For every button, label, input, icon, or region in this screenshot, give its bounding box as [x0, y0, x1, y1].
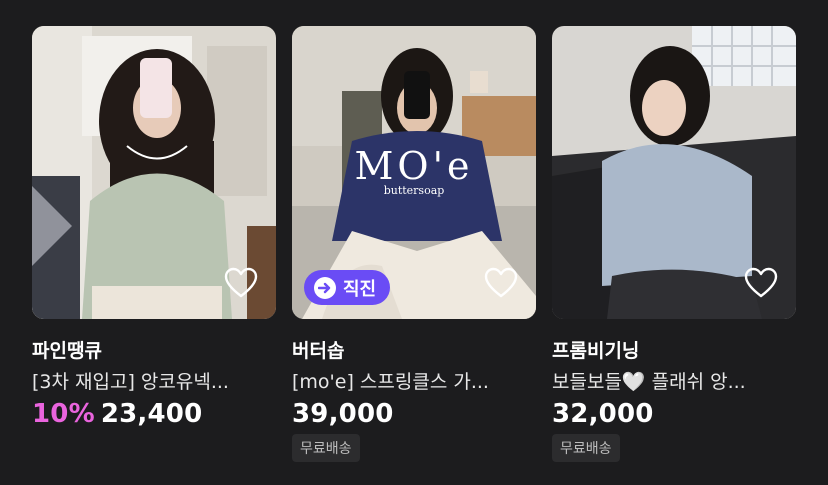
- brand-name[interactable]: 파인땡큐: [32, 338, 276, 364]
- price-row: 39,000: [292, 396, 536, 432]
- brand-name[interactable]: 버터솝: [292, 338, 536, 364]
- product-card[interactable]: MO'e buttersoap 직진 버터솝 [mo'e] 스프링클스 가...…: [292, 26, 536, 462]
- direct-badge[interactable]: 직진: [304, 270, 391, 305]
- product-image[interactable]: MO'e buttersoap 직진: [292, 26, 536, 319]
- heart-outline-icon[interactable]: [224, 267, 258, 299]
- price: 39,000: [292, 399, 394, 429]
- product-image[interactable]: [32, 26, 276, 319]
- product-title[interactable]: [3차 재입고] 앙코유넥...: [32, 368, 276, 396]
- brand-name[interactable]: 프롬비기닝: [552, 338, 796, 364]
- price: 23,400: [100, 399, 203, 429]
- free-shipping-tag: 무료배송: [552, 434, 620, 462]
- image-logo-sub: buttersoap: [383, 184, 445, 197]
- badge-label: 직진: [343, 278, 377, 300]
- product-card[interactable]: 파인땡큐 [3차 재입고] 앙코유넥... 10% 23,400: [32, 26, 276, 432]
- price-row: 32,000: [552, 396, 796, 432]
- product-card[interactable]: 프롬비기닝 보들보들🤍 플래쉬 앙... 32,000 무료배송: [552, 26, 796, 462]
- image-logo: MO'e: [354, 144, 474, 188]
- heart-outline-icon[interactable]: [484, 267, 518, 299]
- discount-rate: 10%: [32, 399, 95, 429]
- arrow-right-circle-icon: [314, 276, 336, 299]
- price-row: 10% 23,400: [32, 396, 276, 432]
- free-shipping-tag: 무료배송: [292, 434, 360, 462]
- product-image[interactable]: [552, 26, 796, 319]
- price: 32,000: [552, 399, 654, 429]
- heart-outline-icon[interactable]: [744, 267, 778, 299]
- product-title[interactable]: [mo'e] 스프링클스 가...: [292, 368, 536, 396]
- product-title[interactable]: 보들보들🤍 플래쉬 앙...: [552, 368, 796, 396]
